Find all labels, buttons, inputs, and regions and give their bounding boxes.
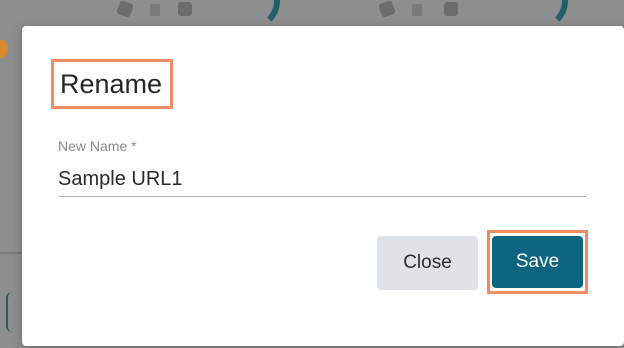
background-shape bbox=[412, 4, 422, 16]
save-button[interactable]: Save bbox=[492, 236, 583, 288]
background-shape bbox=[150, 4, 160, 16]
background-shape bbox=[178, 2, 192, 16]
background-shape bbox=[378, 0, 396, 18]
new-name-label: New Name * bbox=[58, 138, 137, 154]
background-shape bbox=[116, 0, 134, 18]
background-shape bbox=[0, 252, 24, 254]
background-shape bbox=[0, 40, 8, 58]
rename-dialog: Rename New Name * Close Save bbox=[22, 26, 624, 346]
background-shape bbox=[444, 2, 458, 16]
background-shape bbox=[6, 292, 18, 332]
dialog-title-highlight: Rename bbox=[51, 59, 174, 109]
dialog-title: Rename bbox=[60, 69, 163, 99]
new-name-input[interactable] bbox=[58, 162, 586, 197]
close-button[interactable]: Close bbox=[377, 236, 478, 290]
